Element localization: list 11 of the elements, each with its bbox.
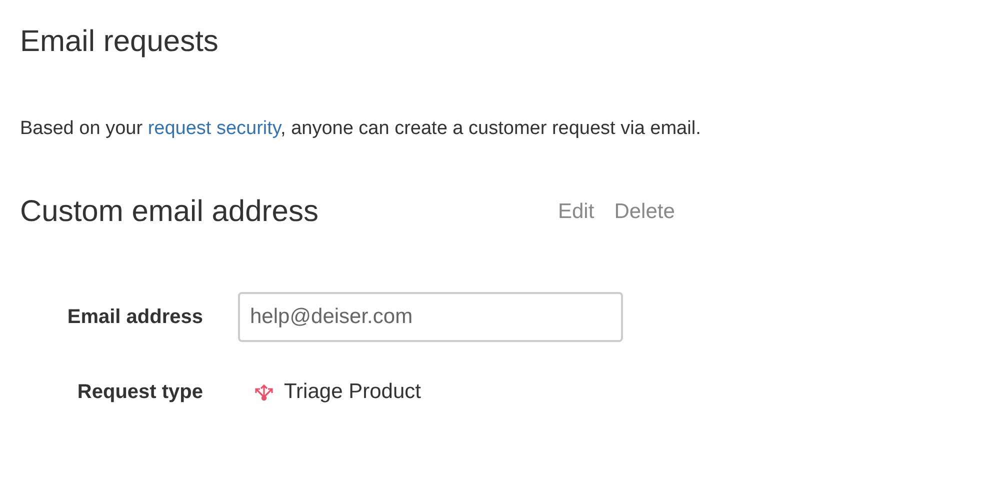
- request-type-value: Triage Product: [284, 380, 421, 404]
- action-link[interactable]: Delete: [614, 200, 675, 224]
- section-title: Custom email address: [20, 194, 320, 230]
- page-title: Email requests: [20, 24, 220, 60]
- field-label: Request type: [76, 380, 203, 404]
- request-security-link[interactable]: request security: [148, 118, 281, 139]
- field-label: Email address: [66, 306, 203, 328]
- branch-arrows-icon: [252, 382, 276, 402]
- action-link[interactable]: Edit: [558, 200, 594, 224]
- email-input[interactable]: help@deiser.com: [238, 292, 623, 342]
- intro-text: Based on your request security, anyone can create a customer request via email.: [20, 117, 702, 141]
